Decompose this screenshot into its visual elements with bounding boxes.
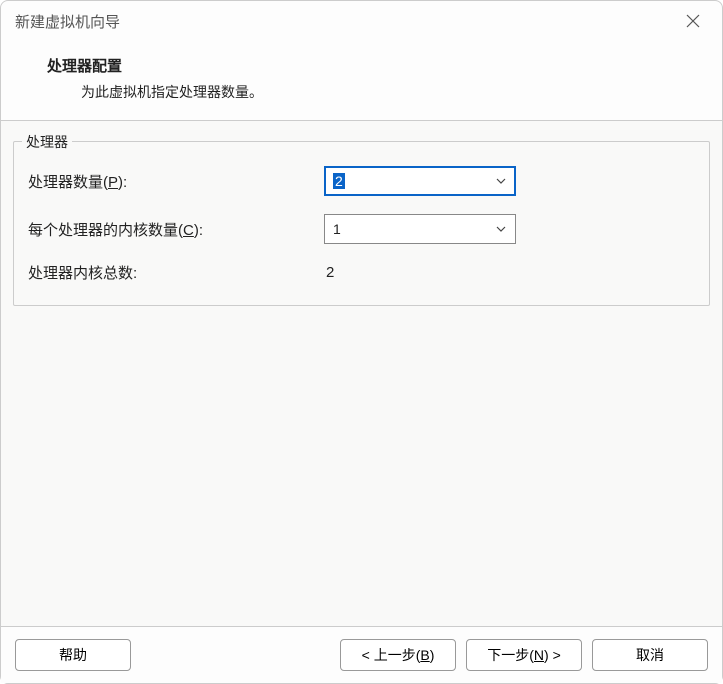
processors-value: 2 <box>333 173 345 189</box>
help-button[interactable]: 帮助 <box>15 639 131 671</box>
label-cores-suffix: ): <box>194 222 203 239</box>
close-icon <box>686 14 700 28</box>
wizard-window: 新建虚拟机向导 处理器配置 为此虚拟机指定处理器数量。 处理器 处理器数量(P)… <box>0 0 723 684</box>
next-suffix: ) > <box>544 647 561 663</box>
titlebar: 新建虚拟机向导 <box>1 1 722 41</box>
total-value: 2 <box>324 264 334 281</box>
back-button[interactable]: < 上一步(B) <box>340 639 456 671</box>
cores-value: 1 <box>333 221 341 237</box>
label-processors-prefix: 处理器数量( <box>28 174 108 191</box>
chevron-down-icon <box>495 175 507 187</box>
chevron-down-icon <box>495 223 507 235</box>
footer: 帮助 < 上一步(B) 下一步(N) > 取消 <box>1 626 722 683</box>
row-processors: 处理器数量(P): 2 <box>28 166 695 196</box>
back-hotkey: B <box>420 647 429 663</box>
back-suffix: ) <box>430 647 435 663</box>
label-processors: 处理器数量(P): <box>28 171 324 192</box>
row-cores: 每个处理器的内核数量(C): 1 <box>28 214 695 244</box>
label-processors-hotkey: P <box>108 174 118 191</box>
processors-select[interactable]: 2 <box>324 166 516 196</box>
fieldset-legend: 处理器 <box>22 132 72 152</box>
next-button[interactable]: 下一步(N) > <box>466 639 582 671</box>
cancel-button[interactable]: 取消 <box>592 639 708 671</box>
footer-right-group: < 上一步(B) 下一步(N) > 取消 <box>340 639 708 671</box>
window-title: 新建虚拟机向导 <box>15 11 120 32</box>
label-cores: 每个处理器的内核数量(C): <box>28 219 324 240</box>
label-cores-prefix: 每个处理器的内核数量( <box>28 222 183 239</box>
page-subtitle: 为此虚拟机指定处理器数量。 <box>47 82 692 102</box>
back-prefix: < 上一步( <box>362 645 421 665</box>
processors-fieldset: 处理器 处理器数量(P): 2 每个处理器的内核数量(C): 1 <box>13 141 710 306</box>
next-prefix: 下一步( <box>487 645 534 665</box>
label-cores-hotkey: C <box>183 222 194 239</box>
next-hotkey: N <box>534 647 544 663</box>
row-total: 处理器内核总数: 2 <box>28 262 695 283</box>
close-button[interactable] <box>678 6 708 36</box>
label-processors-suffix: ): <box>118 174 127 191</box>
cores-select[interactable]: 1 <box>324 214 516 244</box>
wizard-header: 处理器配置 为此虚拟机指定处理器数量。 <box>1 41 722 121</box>
page-title: 处理器配置 <box>47 55 692 76</box>
label-total: 处理器内核总数: <box>28 262 324 283</box>
content-area: 处理器 处理器数量(P): 2 每个处理器的内核数量(C): 1 <box>1 121 722 626</box>
